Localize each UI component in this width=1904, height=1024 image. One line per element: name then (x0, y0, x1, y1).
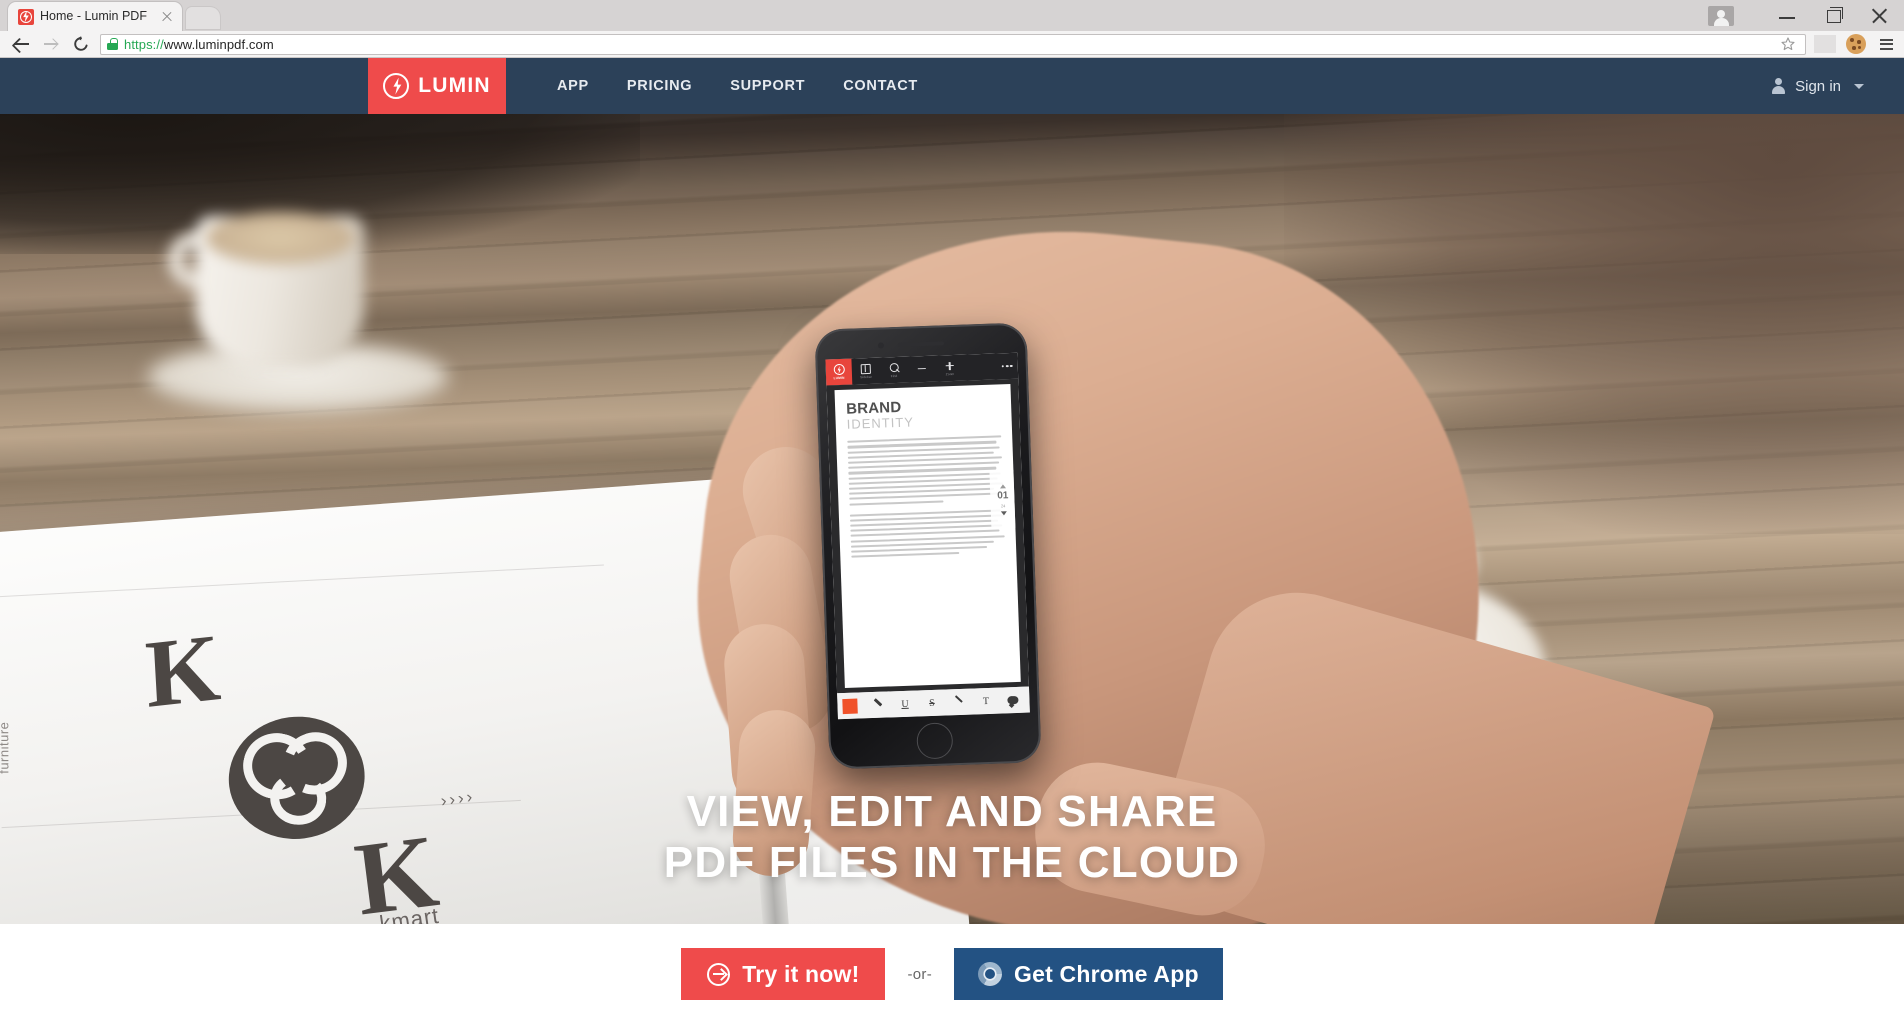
phone-camera (877, 342, 885, 349)
phone-earpiece (897, 341, 945, 347)
person-icon (1771, 78, 1786, 94)
comment-icon[interactable] (999, 694, 1026, 706)
app-sidebar-label: Sidebar (860, 374, 872, 379)
pdf-viewport[interactable]: BRAND IDENTITY 01 24 (826, 378, 1029, 694)
nav-item-app[interactable]: APP (538, 58, 608, 114)
coffee-cup-left (168, 202, 400, 382)
phone-screen: LUMIN Sidebar Find Zoom BRAND IDENTITY 0… (825, 352, 1030, 720)
chevron-down-icon (1854, 83, 1864, 89)
hamburger-icon[interactable] (1872, 31, 1898, 58)
logo-sketch-k1: K (142, 612, 223, 728)
app-lumin-logo[interactable]: LUMIN (825, 358, 853, 386)
arrow-right-circle-icon (707, 962, 731, 986)
sign-in-button[interactable]: Sign in (1771, 78, 1864, 95)
nav-item-support[interactable]: SUPPORT (711, 58, 824, 114)
pdf-page: BRAND IDENTITY 01 24 (834, 384, 1021, 688)
app-tool-toolbar: U S T (837, 686, 1030, 720)
tab-strip: Home - Lumin PDF (0, 0, 1904, 31)
smartphone-mockup: LUMIN Sidebar Find Zoom BRAND IDENTITY 0… (814, 322, 1042, 770)
maximize-button[interactable] (1810, 0, 1856, 31)
nav-links: APP PRICING SUPPORT CONTACT (538, 58, 937, 114)
nav-item-pricing[interactable]: PRICING (608, 58, 711, 114)
try-it-now-button[interactable]: Try it now! (681, 948, 886, 1000)
reload-icon[interactable] (66, 31, 96, 58)
new-tab-button[interactable] (186, 7, 220, 29)
minimize-button[interactable] (1764, 0, 1810, 31)
nav-item-contact[interactable]: CONTACT (824, 58, 937, 114)
app-zoom-label: Zoom (945, 371, 955, 376)
url-scheme: https:// (124, 36, 164, 52)
hero-heading-line-1: VIEW, EDIT AND SHARE (686, 787, 1218, 836)
document-paragraph-1 (847, 435, 1003, 506)
get-chrome-app-button[interactable]: Get Chrome App (954, 948, 1223, 1000)
back-icon[interactable] (6, 31, 36, 58)
app-find-button[interactable]: Find (880, 362, 909, 378)
page-total: 24 (1000, 502, 1006, 508)
underline-icon[interactable]: U (891, 698, 918, 710)
page-indicator[interactable]: 01 24 (989, 469, 1017, 529)
site-navbar: LUMIN APP PRICING SUPPORT CONTACT Sign i… (0, 58, 1904, 114)
sidebar-icon (860, 363, 871, 374)
url-host: www.luminpdf.com (163, 36, 274, 52)
zoom-in-icon (945, 360, 955, 370)
document-paragraph-2 (849, 509, 1005, 558)
extension-icon[interactable] (1814, 35, 1836, 53)
page-current: 01 (997, 489, 1009, 502)
url-text: https://www.luminpdf.com (124, 37, 274, 52)
chrome-icon (978, 962, 1003, 986)
sketch-note-2: furniture (0, 721, 12, 774)
hero-section: K K kmart kitchen furniture ›››› (0, 114, 1904, 924)
web-page: LUMIN APP PRICING SUPPORT CONTACT Sign i… (0, 58, 1904, 1024)
page-up-icon[interactable] (999, 483, 1006, 488)
zoom-out-icon (917, 363, 927, 373)
browser-window: Home - Lumin PDF https://www.luminpdf.co… (0, 0, 1904, 1024)
cta-section: Try it now! -or- Get Chrome App (0, 924, 1904, 1024)
app-zoom-out-button[interactable] (908, 363, 936, 375)
search-icon (889, 362, 899, 372)
highlight-icon[interactable] (864, 699, 891, 711)
window-controls (1708, 0, 1904, 31)
app-zoom-in-button[interactable]: Zoom (936, 360, 965, 376)
lumin-logo[interactable]: LUMIN (368, 58, 506, 114)
cta-separator: -or- (907, 965, 933, 983)
window-close-button[interactable] (1856, 0, 1902, 31)
lumin-favicon-icon (18, 8, 34, 25)
hero-heading: VIEW, EDIT AND SHARE PDF FILES IN THE CL… (0, 786, 1904, 888)
nav-right: Sign in (1771, 58, 1904, 114)
app-sidebar-button[interactable]: Sidebar (852, 363, 881, 379)
page-down-icon[interactable] (1000, 510, 1007, 515)
document-subtitle: IDENTITY (846, 414, 915, 432)
cookie-icon[interactable] (1846, 34, 1866, 54)
browser-tab[interactable]: Home - Lumin PDF (8, 2, 182, 31)
try-it-now-label: Try it now! (742, 960, 860, 987)
more-options-icon[interactable] (1001, 364, 1013, 368)
sign-in-label: Sign in (1795, 77, 1841, 95)
hero-heading-line-2: PDF FILES IN THE CLOUD (663, 838, 1241, 888)
forward-icon[interactable] (36, 31, 66, 58)
pen-icon[interactable] (945, 696, 972, 708)
lightning-bolt-icon (383, 73, 410, 99)
address-bar[interactable]: https://www.luminpdf.com (100, 33, 1806, 55)
user-icon[interactable] (1708, 5, 1734, 26)
browser-toolbar: https://www.luminpdf.com (0, 31, 1904, 58)
star-icon[interactable] (1777, 34, 1799, 55)
logo-text: LUMIN (418, 74, 491, 97)
lightning-bolt-icon (833, 363, 845, 376)
lock-icon (107, 38, 118, 50)
tab-title: Home - Lumin PDF (40, 9, 147, 23)
close-icon[interactable] (160, 10, 174, 24)
app-logo-text: LUMIN (833, 375, 845, 381)
get-chrome-app-label: Get Chrome App (1014, 960, 1199, 987)
color-swatch[interactable] (842, 698, 858, 714)
text-icon[interactable]: T (972, 695, 999, 707)
app-find-label: Find (890, 373, 898, 378)
phone-home-button (916, 722, 954, 760)
strikethrough-icon[interactable]: S (918, 697, 945, 709)
